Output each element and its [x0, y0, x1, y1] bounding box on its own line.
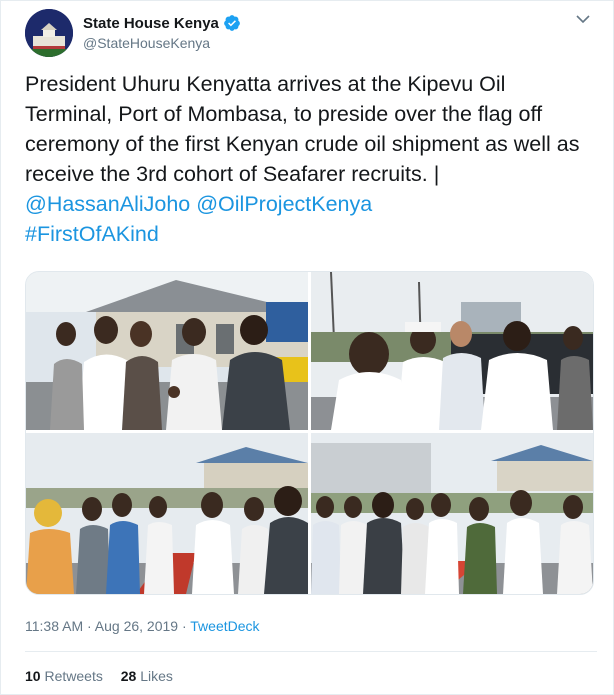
photo-grid	[25, 271, 594, 595]
account-name[interactable]: State House Kenya	[83, 15, 219, 32]
hashtag-link[interactable]: #FirstOfAKind	[25, 222, 159, 246]
tweet-photo[interactable]	[311, 272, 593, 430]
mention-link[interactable]: @HassanAliJoho	[25, 192, 190, 216]
account-name-row[interactable]: State House Kenya	[83, 14, 241, 32]
likes-stat[interactable]: 28 Likes	[121, 668, 173, 684]
timestamp[interactable]: 11:38 AM · Aug 26, 2019 ·	[25, 618, 190, 634]
retweets-label: Retweets	[44, 668, 103, 684]
tweet-body: President Uhuru Kenyatta arrives at the …	[25, 72, 586, 186]
photo-image	[26, 272, 308, 430]
tweet-card: State House Kenya @StateHouseKenya Presi…	[0, 0, 614, 695]
mention-link[interactable]: @OilProjectKenya	[196, 192, 372, 216]
chevron-down-icon[interactable]	[575, 11, 591, 27]
likes-label: Likes	[140, 668, 173, 684]
likes-count: 28	[120, 668, 137, 684]
avatar[interactable]	[25, 9, 73, 57]
source-link[interactable]: TweetDeck	[190, 618, 259, 634]
tweet-photo[interactable]	[26, 272, 308, 430]
photo-image	[311, 272, 593, 430]
retweets-count: 10	[25, 668, 41, 684]
account-handle[interactable]: @StateHouseKenya	[83, 35, 210, 51]
tweet-text: President Uhuru Kenyatta arrives at the …	[25, 69, 591, 249]
tweet-meta: 11:38 AM · Aug 26, 2019 · TweetDeck	[25, 618, 260, 634]
photo-image	[311, 433, 593, 594]
tweet-photo[interactable]	[311, 433, 593, 594]
photo-image	[26, 433, 308, 594]
tweet-photo[interactable]	[26, 433, 308, 594]
retweets-stat[interactable]: 10 Retweets	[25, 668, 103, 684]
verified-badge-icon	[224, 15, 240, 31]
tweet-stats: 10 Retweets 28 Likes	[25, 668, 187, 684]
divider	[25, 651, 597, 652]
